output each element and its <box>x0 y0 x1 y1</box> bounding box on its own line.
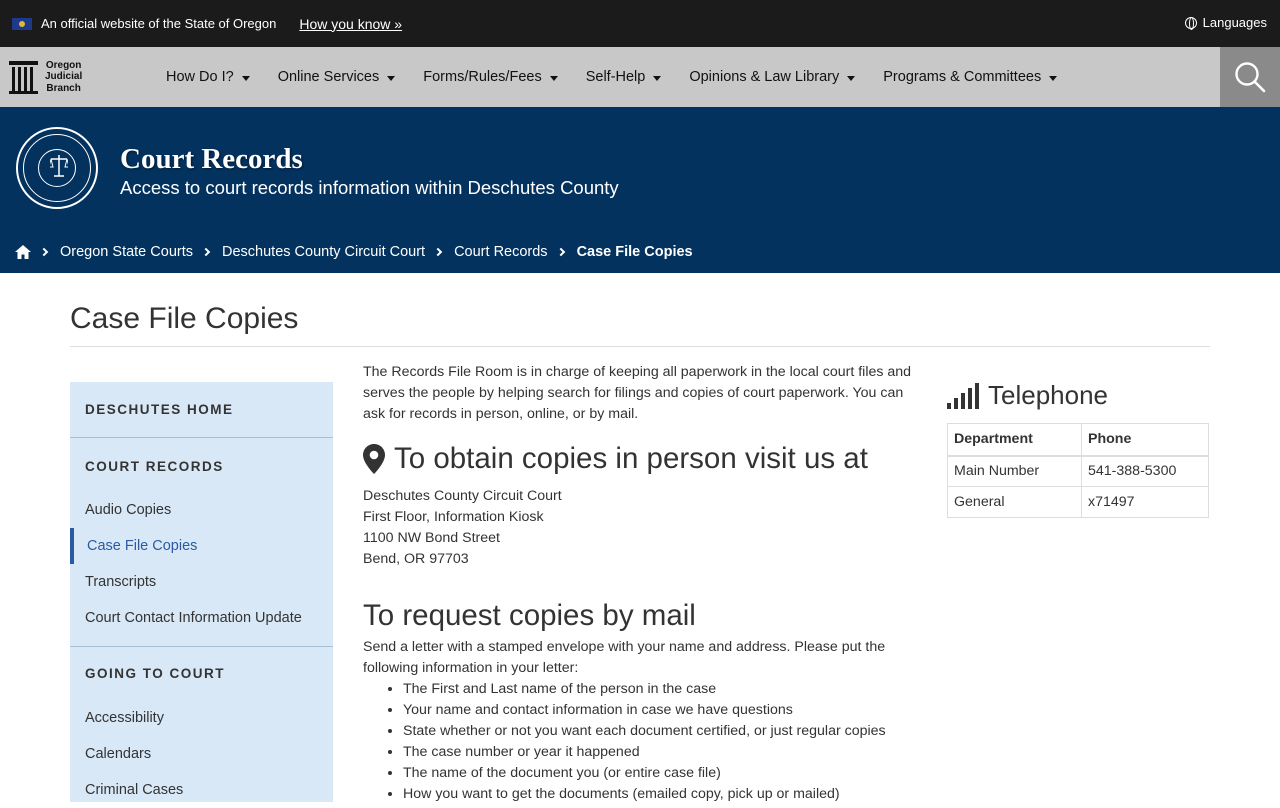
sidebar-item-audio-copies[interactable]: Audio Copies <box>70 492 333 528</box>
address-line: 1100 NW Bond Street <box>363 530 500 546</box>
telephone-panel: Telephone Department Phone Main Number 5… <box>947 380 1209 518</box>
chevron-right-icon <box>201 247 211 257</box>
address-line: First Floor, Information Kiosk <box>363 509 544 525</box>
breadcrumb-link[interactable]: Court Records <box>454 244 547 260</box>
sidebar-item-calendars[interactable]: Calendars <box>70 736 333 772</box>
sidebar-item-accessibility[interactable]: Accessibility <box>70 700 333 736</box>
sidebar-item-contact-update[interactable]: Court Contact Information Update <box>70 600 333 636</box>
sidebar-heading-court-records[interactable]: Court Records <box>70 459 224 474</box>
nav-item-forms-rules-fees[interactable]: Forms/Rules/Fees <box>423 69 571 85</box>
table-row: General x71497 <box>947 486 1209 518</box>
official-site-text: An official website of the State of Oreg… <box>41 16 277 31</box>
sidebar-section-court-records: Court Records <box>70 438 333 492</box>
telephone-heading: Telephone <box>947 380 1209 411</box>
court-address: Deschutes County Circuit Court First Flo… <box>363 486 913 570</box>
globe-icon <box>1184 16 1197 30</box>
judicial-department-seal <box>16 127 98 209</box>
department-cell: Main Number <box>947 454 1082 487</box>
list-item: The case number or year it happened <box>403 742 913 763</box>
search-button[interactable] <box>1220 47 1280 107</box>
nav-item-online-services[interactable]: Online Services <box>278 69 410 85</box>
column-header-department: Department <box>947 423 1082 456</box>
hero-title: Court Records <box>120 143 303 175</box>
list-item: The First and Last name of the person in… <box>403 679 913 700</box>
languages-button[interactable]: Languages <box>1184 15 1267 30</box>
sidebar-item-case-file-copies[interactable]: Case File Copies <box>70 528 333 564</box>
sidebar-heading-going-to-court[interactable]: Going to Court <box>70 666 225 681</box>
map-marker-icon <box>363 444 385 474</box>
list-item: Your name and contact information in cas… <box>403 700 913 721</box>
signal-bars-icon <box>947 382 979 409</box>
page-title: Case File Copies <box>70 302 299 335</box>
languages-label: Languages <box>1202 15 1267 30</box>
title-divider <box>70 346 1210 347</box>
chevron-down-icon <box>387 76 396 81</box>
mail-intro: Send a letter with a stamped envelope wi… <box>363 639 886 676</box>
department-cell: General <box>947 486 1082 518</box>
logo-text: Oregon Judicial Branch <box>45 59 83 94</box>
breadcrumb: Oregon State Courts Deschutes County Cir… <box>15 244 693 260</box>
table-row: Main Number 541-388-5300 <box>947 454 1209 487</box>
sidebar-item-transcripts[interactable]: Transcripts <box>70 564 333 600</box>
breadcrumb-link[interactable]: Oregon State Courts <box>60 244 193 260</box>
main-nav: Oregon Judicial Branch How Do I? Online … <box>0 47 1280 107</box>
address-line: Deschutes County Circuit Court <box>363 488 562 504</box>
official-banner: An official website of the State of Oreg… <box>0 0 1280 47</box>
sidebar-nav: Deschutes Home Court Records Audio Copie… <box>70 382 333 802</box>
sidebar-home-row: Deschutes Home <box>70 382 333 437</box>
main-content: The Records File Room is in charge of ke… <box>363 362 913 805</box>
in-person-heading-text: To obtain copies in person visit us at <box>394 442 868 475</box>
home-icon[interactable] <box>15 245 31 259</box>
in-person-heading: To obtain copies in person visit us at <box>363 442 913 476</box>
nav-item-self-help[interactable]: Self-Help <box>586 69 676 85</box>
chevron-right-icon <box>556 247 565 257</box>
chevron-down-icon <box>241 76 250 81</box>
breadcrumb-link[interactable]: Deschutes County Circuit Court <box>222 244 425 260</box>
intro-paragraph: The Records File Room is in charge of ke… <box>363 364 912 422</box>
courthouse-column-icon <box>9 60 38 94</box>
list-item: State whether or not you want each docum… <box>403 721 913 742</box>
mail-requirements-list: The First and Last name of the person in… <box>403 679 913 805</box>
chevron-down-icon <box>549 76 558 81</box>
sidebar-item-deschutes-home[interactable]: Deschutes Home <box>70 402 234 417</box>
address-line: Bend, OR 97703 <box>363 551 469 567</box>
chevron-down-icon <box>847 76 856 81</box>
list-item: The name of the document you (or entire … <box>403 763 913 784</box>
chevron-down-icon <box>653 76 662 81</box>
ojb-logo[interactable]: Oregon Judicial Branch <box>0 60 130 95</box>
column-header-phone: Phone <box>1081 423 1209 456</box>
chevron-right-icon <box>433 247 443 257</box>
oregon-flag-icon <box>12 17 32 30</box>
breadcrumb-current: Case File Copies <box>576 244 693 260</box>
phone-cell: 541-388-5300 <box>1081 454 1209 487</box>
nav-item-how-do-i[interactable]: How Do I? <box>166 69 264 85</box>
nav-menu: How Do I? Online Services Forms/Rules/Fe… <box>166 69 1085 85</box>
search-icon <box>1235 62 1266 93</box>
mail-heading: To request copies by mail <box>363 599 696 632</box>
table-header-row: Department Phone <box>947 423 1209 456</box>
nav-item-programs-committees[interactable]: Programs & Committees <box>883 69 1071 85</box>
page-hero: Court Records Access to court records in… <box>0 107 1280 273</box>
scales-of-justice-icon <box>50 155 68 177</box>
how-you-know-link[interactable]: How you know » <box>299 16 402 32</box>
chevron-down-icon <box>1049 76 1058 81</box>
phone-cell: x71497 <box>1081 486 1209 518</box>
chevron-right-icon <box>39 247 49 257</box>
nav-item-opinions-law-library[interactable]: Opinions & Law Library <box>689 69 869 85</box>
phone-table: Department Phone Main Number 541-388-530… <box>947 423 1209 518</box>
sidebar-section-going-to-court: Going to Court <box>70 647 333 700</box>
hero-subtitle: Access to court records information with… <box>120 177 619 198</box>
sidebar-item-criminal-cases[interactable]: Criminal Cases <box>70 772 333 808</box>
telephone-heading-text: Telephone <box>988 380 1108 410</box>
list-item: How you want to get the documents (email… <box>403 784 913 805</box>
